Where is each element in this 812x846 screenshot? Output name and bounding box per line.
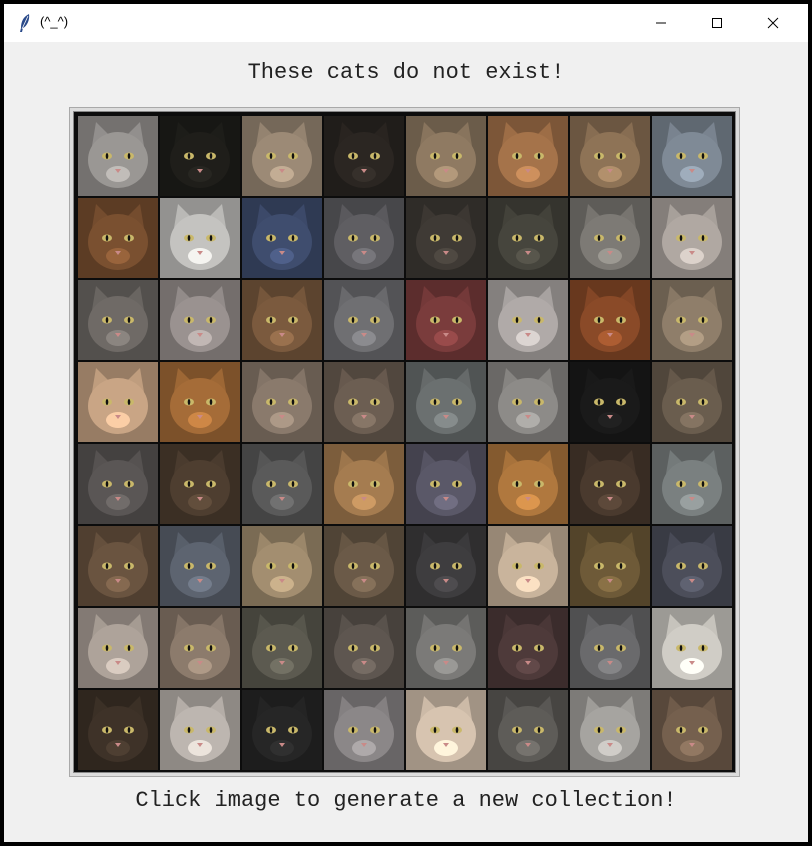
cat-tile [488,608,568,688]
cat-tile [652,444,732,524]
cat-tile [78,362,158,442]
cat-tile [406,362,486,442]
cat-tile [324,690,404,770]
cat-tile [242,198,322,278]
cat-tile [406,198,486,278]
maximize-button[interactable] [694,4,740,42]
window-title: (^_^) [40,14,69,29]
cat-tile [324,444,404,524]
page-title: These cats do not exist! [247,60,565,85]
cat-tile [160,362,240,442]
cat-tile [570,444,650,524]
cat-tile [652,608,732,688]
minimize-button[interactable] [638,4,684,42]
cat-tile [406,444,486,524]
cat-tile [160,608,240,688]
cat-tile [160,116,240,196]
cat-collection-image[interactable] [77,115,733,771]
maximize-icon [712,18,722,28]
cat-tile [488,116,568,196]
cat-tile [242,444,322,524]
cat-tile [570,690,650,770]
cat-tile [652,526,732,606]
cat-tile [78,526,158,606]
cat-tile [570,116,650,196]
image-border [73,111,736,773]
cat-tile [324,362,404,442]
cat-tile [406,280,486,360]
cat-tile [570,362,650,442]
cat-tile [406,690,486,770]
cat-tile [160,444,240,524]
feather-icon [18,13,32,33]
cat-tile [406,608,486,688]
cat-tile [406,116,486,196]
close-icon [767,17,779,29]
cat-tile [488,690,568,770]
cat-tile [78,608,158,688]
cat-tile [78,690,158,770]
cat-tile [160,198,240,278]
cat-tile [324,526,404,606]
title-bar[interactable]: (^_^) [4,4,808,42]
cat-tile [160,280,240,360]
close-button[interactable] [750,4,796,42]
cat-tile [570,526,650,606]
cat-tile [242,608,322,688]
cat-tile [78,198,158,278]
cat-tile [652,690,732,770]
cat-tile [78,444,158,524]
cat-tile [242,362,322,442]
cat-tile [160,690,240,770]
cat-tile [242,116,322,196]
cat-tile [324,198,404,278]
cat-tile [488,362,568,442]
cat-tile [242,526,322,606]
cat-tile [488,198,568,278]
cat-tile [652,280,732,360]
cat-tile [324,280,404,360]
cat-tile [406,526,486,606]
cat-tile [242,280,322,360]
image-frame [69,107,740,777]
cat-tile [652,198,732,278]
app-window: (^_^) These cats do not exist! Click ima… [4,4,808,842]
cat-tile [570,280,650,360]
cat-tile [78,280,158,360]
cat-tile [160,526,240,606]
cat-tile [652,362,732,442]
cat-tile [570,608,650,688]
cat-tile [242,690,322,770]
minimize-icon [656,22,666,24]
cat-tile [324,116,404,196]
cat-tile [78,116,158,196]
cat-tile [488,526,568,606]
instruction-text: Click image to generate a new collection… [135,788,677,813]
cat-tile [324,608,404,688]
cat-tile [570,198,650,278]
cat-tile [652,116,732,196]
cat-tile [488,444,568,524]
cat-tile [488,280,568,360]
